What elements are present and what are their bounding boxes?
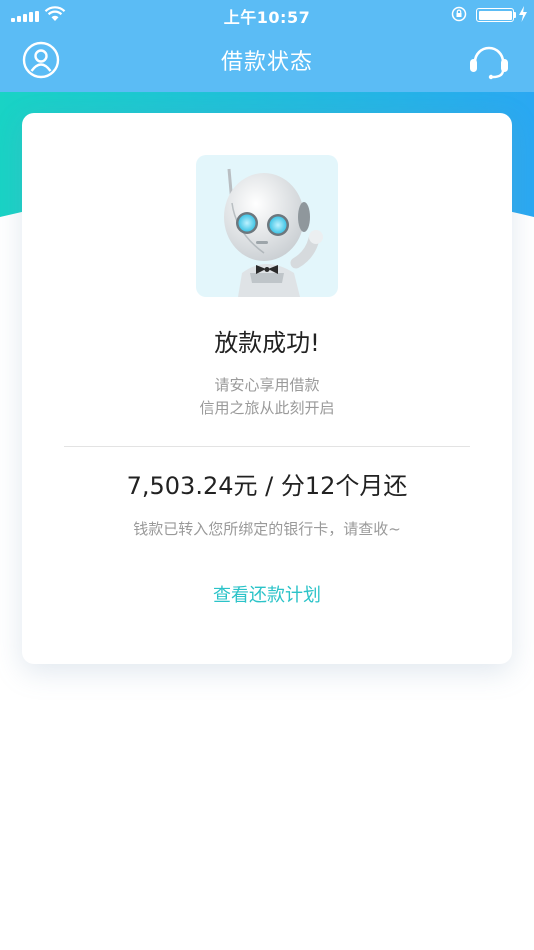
subtitle-line-1: 请安心享用借款 — [214, 376, 320, 394]
status-bar: 上午10:57 — [0, 0, 534, 30]
loan-status-card: 放款成功! 请安心享用借款 信用之旅从此刻开启 7,503.24元 / 分12个… — [22, 113, 512, 664]
robot-illustration — [196, 155, 338, 297]
charging-icon — [519, 6, 527, 22]
subtitle-line-2: 信用之旅从此刻开启 — [199, 399, 335, 417]
battery-icon — [476, 8, 514, 22]
loan-amount-text: 7,503.24元 / 分12个月还 — [126, 472, 408, 500]
page-title: 借款状态 — [220, 50, 313, 75]
success-title: 放款成功! — [214, 329, 320, 357]
customer-service-button[interactable] — [466, 40, 512, 82]
view-repayment-plan-link[interactable]: 查看还款计划 — [167, 581, 367, 607]
headset-icon — [470, 46, 508, 80]
divider — [64, 446, 470, 447]
rotation-lock-icon — [451, 6, 467, 22]
battery-tip — [514, 12, 516, 18]
transfer-note: 钱款已转入您所绑定的银行卡，请查收~ — [133, 520, 401, 538]
